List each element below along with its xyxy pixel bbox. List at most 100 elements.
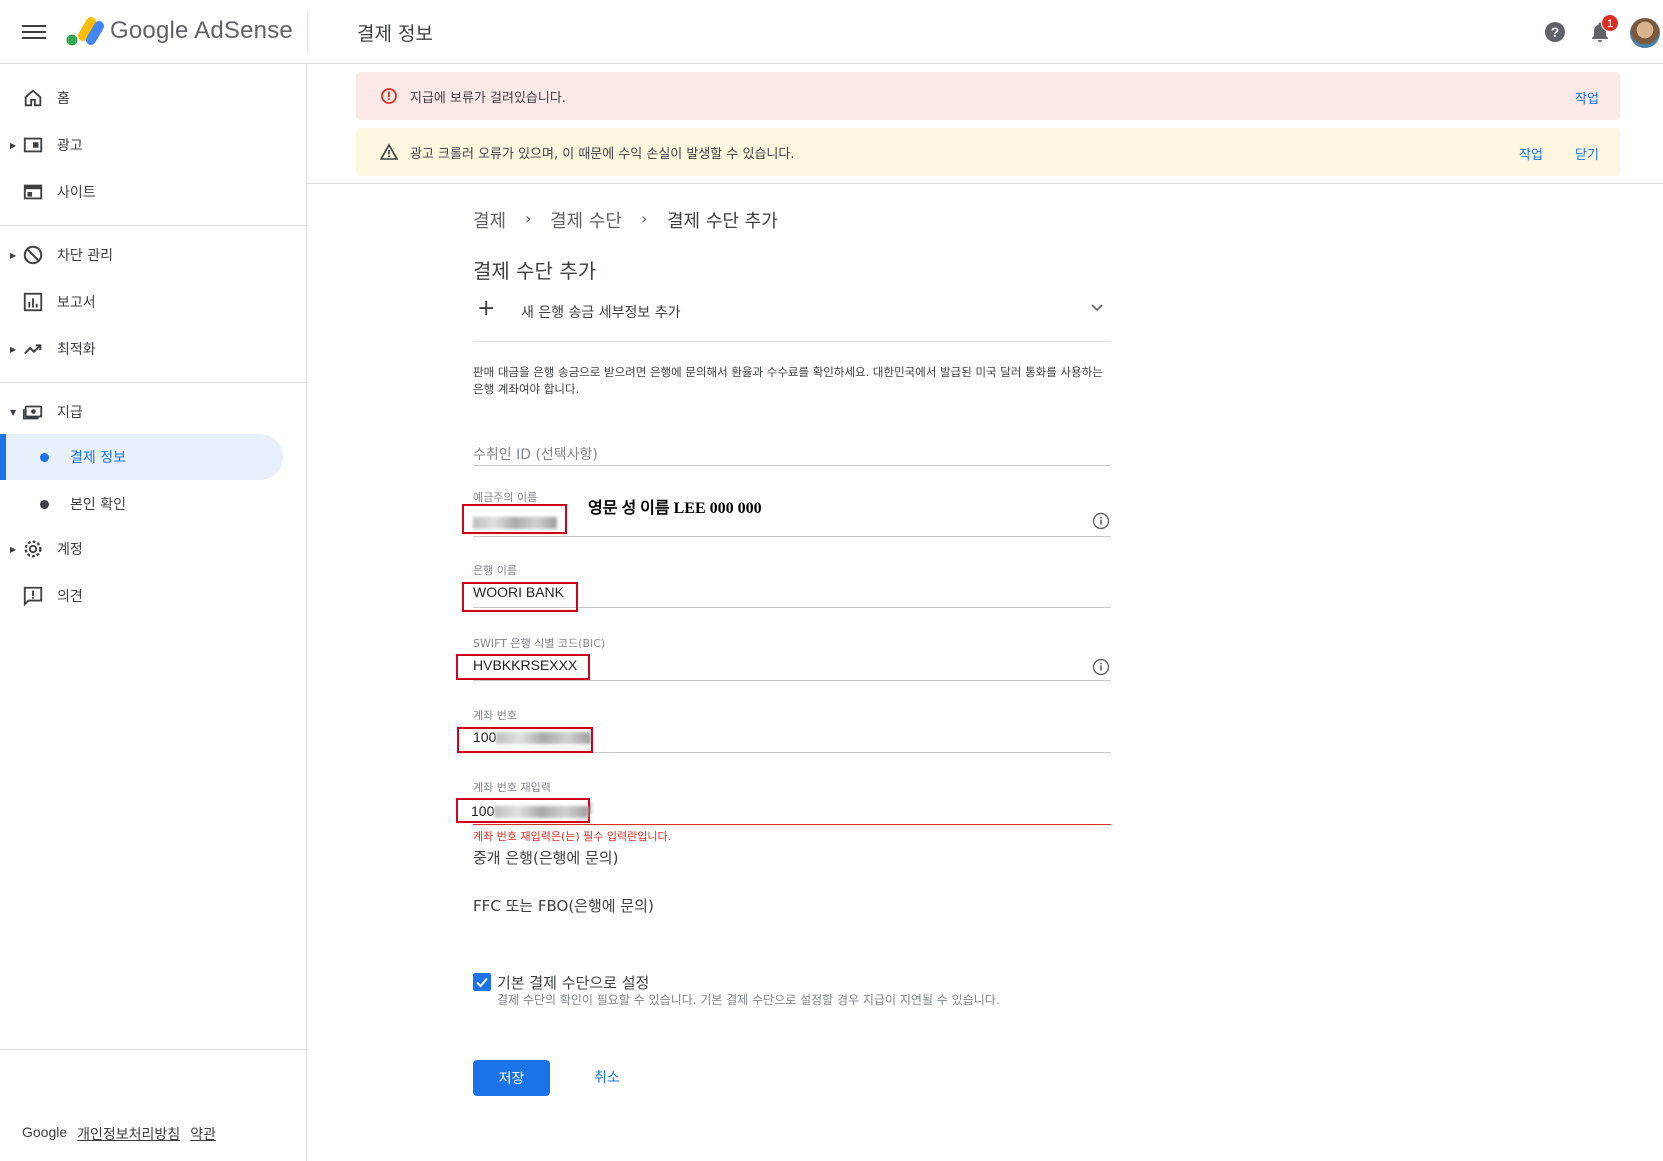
sidebar-item-label: 지급 bbox=[57, 405, 83, 421]
bank-name-label: 은행 이름 bbox=[473, 564, 517, 577]
sidebar-item-label: 최적화 bbox=[57, 342, 96, 358]
sidebar-item-label: 의견 bbox=[57, 589, 83, 605]
breadcrumb-item-payments[interactable]: 결제 bbox=[473, 207, 506, 233]
account-number-reenter-prefix: 100 bbox=[471, 803, 495, 819]
caret-down-icon: ▼ bbox=[10, 407, 17, 417]
breadcrumb-item-current: 결제 수단 추가 bbox=[667, 211, 778, 232]
check-icon bbox=[476, 977, 488, 988]
sidebar-item-reports[interactable]: 보고서 bbox=[0, 282, 300, 322]
sidebar-item-label: 사이트 bbox=[57, 185, 96, 201]
payment-hold-alert: 지급에 보류가 걸려있습니다. 작업 bbox=[356, 72, 1620, 120]
breadcrumb-item-payment-methods[interactable]: 결제 수단 bbox=[550, 207, 622, 233]
default-payment-help: 결제 수단의 확인이 필요할 수 있습니다. 기본 결제 수단으로 설정할 경우… bbox=[497, 993, 1000, 1007]
sidebar: 홈 ▶ 광고 사이트 ▶ 차단 관리 보고서 ▶ 최적화 ▼ 지급 결제 정보 … bbox=[0, 64, 307, 1161]
privacy-policy-link[interactable]: 개인정보처리방침 bbox=[77, 1124, 180, 1144]
sidebar-item-feedback[interactable]: 의견 bbox=[0, 576, 300, 616]
add-bank-transfer-row[interactable]: + 새 은행 송금 세부정보 추가 bbox=[473, 296, 1111, 342]
terms-link[interactable]: 약관 bbox=[190, 1124, 216, 1144]
sidebar-item-label: 본인 확인 bbox=[70, 497, 126, 513]
hamburger-menu-icon[interactable] bbox=[22, 22, 46, 42]
adsense-logo-icon bbox=[66, 17, 104, 46]
intermediary-bank-field[interactable]: 중개 은행(은행에 문의) bbox=[473, 847, 618, 868]
sidebar-divider bbox=[0, 225, 307, 226]
caret-right-icon: ▶ bbox=[10, 544, 17, 554]
account-holder-label: 예금주의 이름 bbox=[473, 491, 538, 504]
top-app-bar: Google AdSense 결제 정보 ? 1 bbox=[0, 0, 1663, 64]
caret-right-icon: ▶ bbox=[10, 344, 17, 354]
alert-text: 광고 크롤러 오류가 있으며, 이 때문에 수익 손실이 발생할 수 있습니다. bbox=[410, 147, 795, 162]
sidebar-item-home[interactable]: 홈 bbox=[0, 78, 300, 118]
chevron-right-icon: › bbox=[641, 209, 648, 228]
sidebar-item-label: 차단 관리 bbox=[57, 248, 113, 264]
google-footer-text: Google bbox=[22, 1124, 68, 1140]
add-bank-label: 새 은행 송금 세부정보 추가 bbox=[521, 305, 681, 321]
help-icon[interactable]: ? bbox=[1543, 20, 1567, 44]
page-title: 결제 정보 bbox=[357, 23, 433, 45]
alert-action-link[interactable]: 작업 bbox=[1519, 144, 1543, 163]
sidebar-item-label: 보고서 bbox=[57, 295, 96, 311]
alert-action-link[interactable]: 작업 bbox=[1575, 88, 1599, 107]
cancel-button[interactable]: 취소 bbox=[584, 1060, 630, 1096]
form-title: 결제 수단 추가 bbox=[473, 259, 597, 283]
caret-right-icon: ▶ bbox=[10, 250, 17, 260]
crawler-error-alert: 광고 크롤러 오류가 있으며, 이 때문에 수익 손실이 발생할 수 있습니다.… bbox=[356, 128, 1620, 176]
sidebar-item-payments[interactable]: ▼ 지급 bbox=[0, 392, 300, 432]
default-payment-label: 기본 결제 수단으로 설정 bbox=[497, 974, 650, 992]
sidebar-item-optimization[interactable]: ▶ 최적화 bbox=[0, 329, 300, 369]
info-icon[interactable] bbox=[1091, 511, 1111, 531]
plus-icon: + bbox=[477, 296, 496, 321]
sites-icon bbox=[23, 184, 43, 200]
error-icon bbox=[381, 88, 397, 104]
notification-badge: 1 bbox=[1601, 14, 1619, 32]
sidebar-item-label: 홈 bbox=[57, 91, 70, 107]
annotation-text: 영문 성 이름 LEE 000 000 bbox=[588, 500, 762, 517]
sidebar-divider bbox=[0, 1049, 307, 1050]
sidebar-item-identity-verification[interactable]: 본인 확인 bbox=[0, 481, 283, 527]
sidebar-item-blocking[interactable]: ▶ 차단 관리 bbox=[0, 235, 300, 275]
annotation-box bbox=[456, 654, 590, 680]
account-number-reenter-label: 계좌 번호 재입력 bbox=[473, 781, 551, 794]
annotation-box bbox=[457, 727, 593, 753]
content-divider bbox=[307, 183, 1663, 184]
sidebar-item-label: 결제 정보 bbox=[70, 450, 126, 466]
bullet-icon bbox=[40, 499, 49, 509]
gear-icon bbox=[24, 540, 42, 558]
account-holder-field[interactable]: 예금주의 이름 bbox=[473, 489, 1111, 537]
payee-id-placeholder: 수취인 ID (선택사항) bbox=[473, 447, 598, 463]
info-icon[interactable] bbox=[1091, 657, 1111, 677]
reports-icon bbox=[23, 292, 43, 312]
sidebar-item-label: 계정 bbox=[57, 542, 83, 558]
annotation-box bbox=[462, 582, 578, 612]
bullet-icon bbox=[40, 452, 49, 462]
account-number-reenter-overlay: 100 bbox=[471, 803, 590, 819]
ads-icon bbox=[23, 137, 43, 153]
sidebar-item-label: 광고 bbox=[57, 138, 83, 154]
home-icon bbox=[24, 89, 42, 107]
alert-dismiss-link[interactable]: 닫기 bbox=[1575, 144, 1599, 163]
account-number-label: 계좌 번호 bbox=[473, 709, 517, 722]
payments-icon bbox=[22, 405, 43, 420]
sidebar-item-ads[interactable]: ▶ 광고 bbox=[0, 125, 300, 165]
sidebar-item-payment-info[interactable]: 결제 정보 bbox=[0, 434, 283, 480]
brand-title: Google AdSense bbox=[110, 17, 293, 44]
sidebar-item-sites[interactable]: 사이트 bbox=[0, 172, 300, 212]
alert-text: 지급에 보류가 걸려있습니다. bbox=[410, 91, 566, 106]
user-avatar[interactable] bbox=[1630, 18, 1660, 48]
default-payment-checkbox[interactable] bbox=[473, 973, 491, 991]
caret-right-icon: ▶ bbox=[10, 140, 17, 150]
sidebar-divider bbox=[0, 382, 307, 383]
block-icon bbox=[23, 245, 43, 265]
chevron-right-icon: › bbox=[525, 209, 532, 228]
save-button[interactable]: 저장 bbox=[473, 1060, 550, 1096]
warning-icon bbox=[380, 143, 398, 160]
sidebar-item-account[interactable]: ▶ 계정 bbox=[0, 529, 300, 569]
chevron-down-icon[interactable] bbox=[1089, 300, 1105, 316]
svg-text:?: ? bbox=[1551, 24, 1560, 40]
trending-icon bbox=[24, 344, 42, 355]
sidebar-footer: Google 개인정보처리방침 약관 bbox=[22, 1124, 216, 1144]
payee-id-field[interactable]: 수취인 ID (선택사항) bbox=[473, 430, 1111, 466]
swift-code-label: SWIFT 은행 식별 코드(BIC) bbox=[473, 637, 606, 650]
annotation-box bbox=[462, 504, 567, 534]
account-number-error-message: 계좌 번호 재입력은(는) 필수 입력란입니다. bbox=[473, 830, 672, 843]
ffc-fbo-field[interactable]: FFC 또는 FBO(은행에 문의) bbox=[473, 895, 654, 916]
